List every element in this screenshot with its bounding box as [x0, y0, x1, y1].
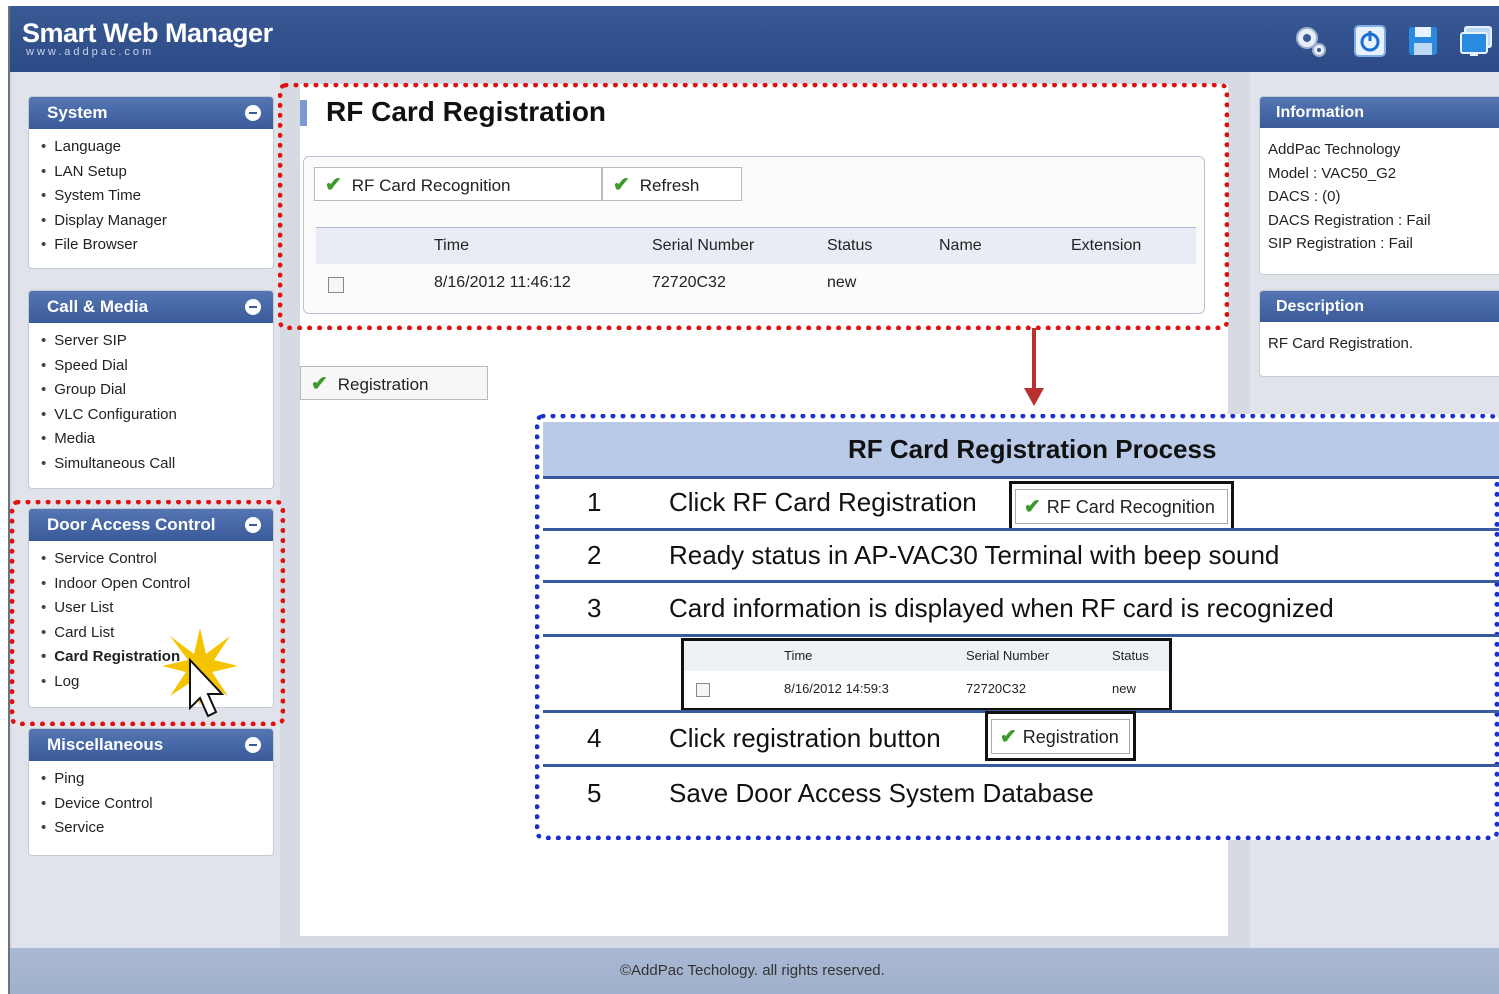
divider	[543, 476, 1499, 479]
highlight-sidebar-box	[10, 500, 285, 726]
mini-row-checkbox[interactable]	[696, 683, 710, 697]
monitor-icon[interactable]	[1459, 24, 1493, 58]
sidebar-item-vlc-configuration[interactable]: VLC Configuration	[41, 403, 273, 428]
misc-panel-title: Miscellaneous	[47, 735, 164, 754]
call-media-panel: Call & Media Server SIP Speed Dial Group…	[28, 290, 274, 489]
collapse-icon[interactable]	[245, 737, 261, 753]
save-icon[interactable]	[1406, 24, 1440, 58]
misc-panel-header[interactable]: Miscellaneous	[29, 729, 273, 761]
mini-table-header: Time Serial Number Status	[684, 641, 1169, 671]
sidebar-item-service[interactable]: Service	[41, 816, 273, 841]
registration-button[interactable]: ✔ Registration	[300, 366, 488, 400]
call-media-panel-header[interactable]: Call & Media	[29, 291, 273, 323]
step-text: Click registration button	[669, 723, 941, 753]
registration-label: Registration	[337, 375, 429, 394]
sidebar-item-device-control[interactable]: Device Control	[41, 792, 273, 817]
sidebar-item-simultaneous-call[interactable]: Simultaneous Call	[41, 452, 273, 477]
power-icon[interactable]	[1353, 24, 1387, 58]
app-title: Smart Web Manager	[22, 18, 273, 48]
step-text: Click RF Card Registration	[669, 487, 977, 517]
divider	[543, 634, 1499, 637]
mini-col-serial-number: Serial Number	[966, 648, 1050, 663]
check-icon: ✔	[1000, 726, 1017, 748]
mini-col-time: Time	[784, 648, 813, 663]
system-panel: System Language LAN Setup System Time Di…	[28, 96, 274, 269]
divider	[543, 764, 1499, 767]
sidebar-item-lan-setup[interactable]: LAN Setup	[41, 160, 273, 185]
sidebar-item-group-dial[interactable]: Group Dial	[41, 378, 273, 403]
divider	[543, 580, 1499, 583]
process-rf-card-recognition-label: RF Card Recognition	[1046, 497, 1215, 517]
arrow-down-icon	[1024, 328, 1044, 406]
sidebar-item-server-sip[interactable]: Server SIP	[41, 329, 273, 354]
system-panel-title: System	[47, 103, 108, 122]
information-panel-header: Information	[1260, 97, 1499, 128]
system-panel-header[interactable]: System	[29, 97, 273, 129]
misc-panel: Miscellaneous Ping Device Control Servic…	[28, 728, 274, 856]
step-text: Ready status in AP-VAC30 Terminal with b…	[669, 540, 1280, 570]
mini-table: Time Serial Number Status 8/16/2012 14:5…	[681, 638, 1172, 711]
footer: ©AddPac Techology. all rights reserved.	[10, 948, 1499, 994]
app-subtitle: www.addpac.com	[26, 46, 155, 58]
mini-cell-serial: 72720C32	[966, 681, 1026, 696]
description-panel: Description RF Card Registration.	[1259, 290, 1499, 377]
description-panel-header: Description	[1260, 291, 1499, 322]
check-icon: ✔	[1024, 496, 1041, 518]
process-panel: RF Card Registration Process 1 Click RF …	[535, 414, 1499, 840]
sidebar-item-language[interactable]: Language	[41, 135, 273, 160]
collapse-icon[interactable]	[245, 105, 261, 121]
divider	[543, 528, 1499, 531]
call-media-panel-title: Call & Media	[47, 297, 149, 316]
process-registration-button[interactable]: ✔ Registration	[991, 719, 1130, 754]
information-panel: Information AddPac Technology Model : VA…	[1259, 96, 1499, 275]
mini-cell-time: 8/16/2012 14:59:3	[784, 681, 889, 696]
sidebar-item-display-manager[interactable]: Display Manager	[41, 209, 273, 234]
step-number: 2	[587, 540, 602, 570]
sidebar-item-system-time[interactable]: System Time	[41, 184, 273, 209]
step-text: Card information is displayed when RF ca…	[669, 593, 1334, 623]
sidebar-item-ping[interactable]: Ping	[41, 767, 273, 792]
step-number: 1	[587, 487, 602, 517]
mini-col-status: Status	[1112, 648, 1149, 663]
info-dacs: DACS : (0)	[1268, 188, 1341, 205]
step4-button-frame: ✔ Registration	[985, 711, 1136, 761]
sidebar-item-speed-dial[interactable]: Speed Dial	[41, 354, 273, 379]
info-model: Model : VAC50_G2	[1268, 164, 1397, 182]
collapse-icon[interactable]	[245, 299, 261, 315]
mini-cell-status: new	[1112, 681, 1136, 696]
step-number: 4	[587, 723, 602, 753]
highlight-main-box	[278, 83, 1229, 330]
process-title-bar: RF Card Registration Process	[543, 422, 1499, 476]
process-rf-card-recognition-button[interactable]: ✔ RF Card Recognition	[1015, 489, 1228, 524]
step1-button-frame: ✔ RF Card Recognition	[1009, 481, 1234, 531]
info-dacs-registration: DACS Registration : Fail	[1268, 211, 1431, 229]
sidebar-item-file-browser[interactable]: File Browser	[41, 233, 273, 258]
info-sip-registration: SIP Registration : Fail	[1268, 235, 1413, 252]
info-company: AddPac Technology	[1268, 141, 1401, 158]
gear-icon[interactable]	[1293, 24, 1327, 58]
copyright-text: ©AddPac Techology. all rights reserved.	[620, 962, 885, 979]
step-text: Save Door Access System Database	[669, 778, 1094, 808]
description-text: RF Card Registration.	[1268, 335, 1414, 352]
sidebar-item-media[interactable]: Media	[41, 427, 273, 452]
step-number: 3	[587, 593, 602, 623]
process-title: RF Card Registration Process	[848, 434, 1217, 464]
step-number: 5	[587, 778, 602, 808]
app-header: Smart Web Manager www.addpac.com	[10, 6, 1499, 72]
check-icon: ✔	[311, 373, 328, 395]
process-registration-label: Registration	[1022, 727, 1119, 747]
